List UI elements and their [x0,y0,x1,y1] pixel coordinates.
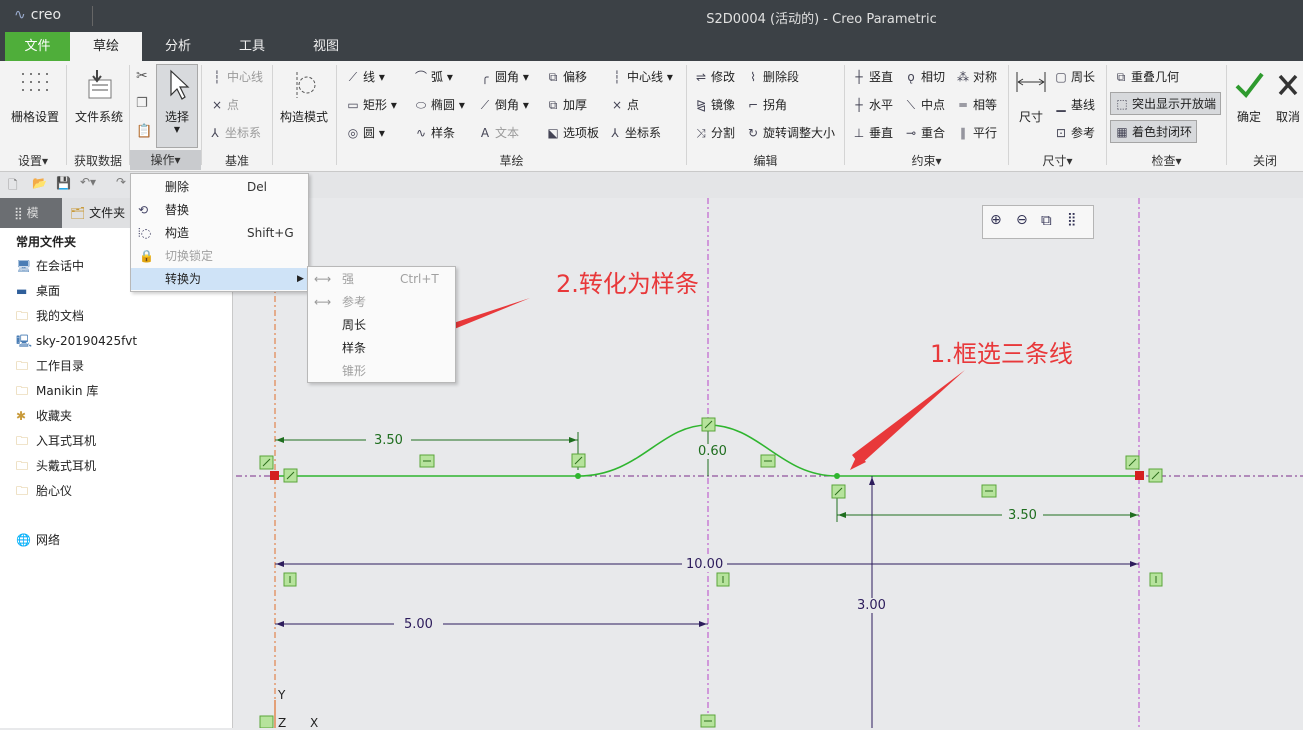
submenu-item-perimeter[interactable]: 周长 [308,314,455,336]
convert-submenu: ⟷ 强 Ctrl+T ⟷ 参考 周长 样条 锥形 [307,266,456,383]
zoom-in-icon[interactable]: ⊕ [990,212,1002,228]
annotation-step2: 2.转化为样条 [556,270,699,298]
display-options-icon[interactable]: ⣿ [1067,212,1077,227]
menu-item-toggle-lock[interactable]: 🔒 切换锁定 [131,245,308,267]
menu-item-convert-to[interactable]: 转换为 ▶ [131,268,308,290]
dimension-total-length[interactable]: 10.00 [682,557,728,572]
lock-icon: 🔒 [139,249,154,263]
submenu-item-strong[interactable]: ⟷ 强 Ctrl+T [308,268,455,290]
replace-icon: ⟲ [138,203,149,217]
dimension-right-length[interactable]: 3.50 [1002,508,1043,523]
menu-item-replace[interactable]: ⟲ 替换 [131,199,308,221]
endpoint-marker-right [1135,471,1144,480]
construction-icon: ⦙◌ [138,226,152,240]
refit-icon[interactable]: ⧉ [1041,211,1052,229]
annotation-arrow-1 [852,370,965,465]
sketch-graphics [236,198,1303,728]
menu-item-construction[interactable]: ⦙◌ 构造 Shift+G [131,222,308,244]
strong-dimension-icon: ⟷ [314,272,332,286]
sketch-vertex [834,473,840,479]
dimension-vertical[interactable]: 3.00 [852,598,891,613]
view-toolbar: ⊕ ⊖ ⧉ ⣿ [982,205,1094,239]
sketch-vertex [575,473,581,479]
endpoint-marker-left [270,471,279,480]
context-menu: 删除 Del ⟲ 替换 ⦙◌ 构造 Shift+G 🔒 切换锁定 转换为 ▶ [130,173,309,292]
reference-dimension-icon: ⟷ [314,295,332,309]
dimension-left-length[interactable]: 3.50 [366,433,411,448]
zoom-out-icon[interactable]: ⊖ [1016,212,1028,228]
csys-constraint-icon [259,715,274,728]
menu-item-delete[interactable]: 删除 Del [131,176,308,198]
chevron-right-icon: ▶ [297,274,304,284]
dimension-half-length[interactable]: 5.00 [394,617,443,632]
submenu-item-reference[interactable]: ⟷ 参考 [308,291,455,313]
axis-y-label: Y [278,688,286,702]
submenu-item-spline[interactable]: 样条 [308,337,455,359]
annotation-step1: 1.框选三条线 [930,340,1073,368]
submenu-item-conic[interactable]: 锥形 [308,360,455,382]
dimension-bump-height[interactable]: 0.60 [694,444,731,459]
